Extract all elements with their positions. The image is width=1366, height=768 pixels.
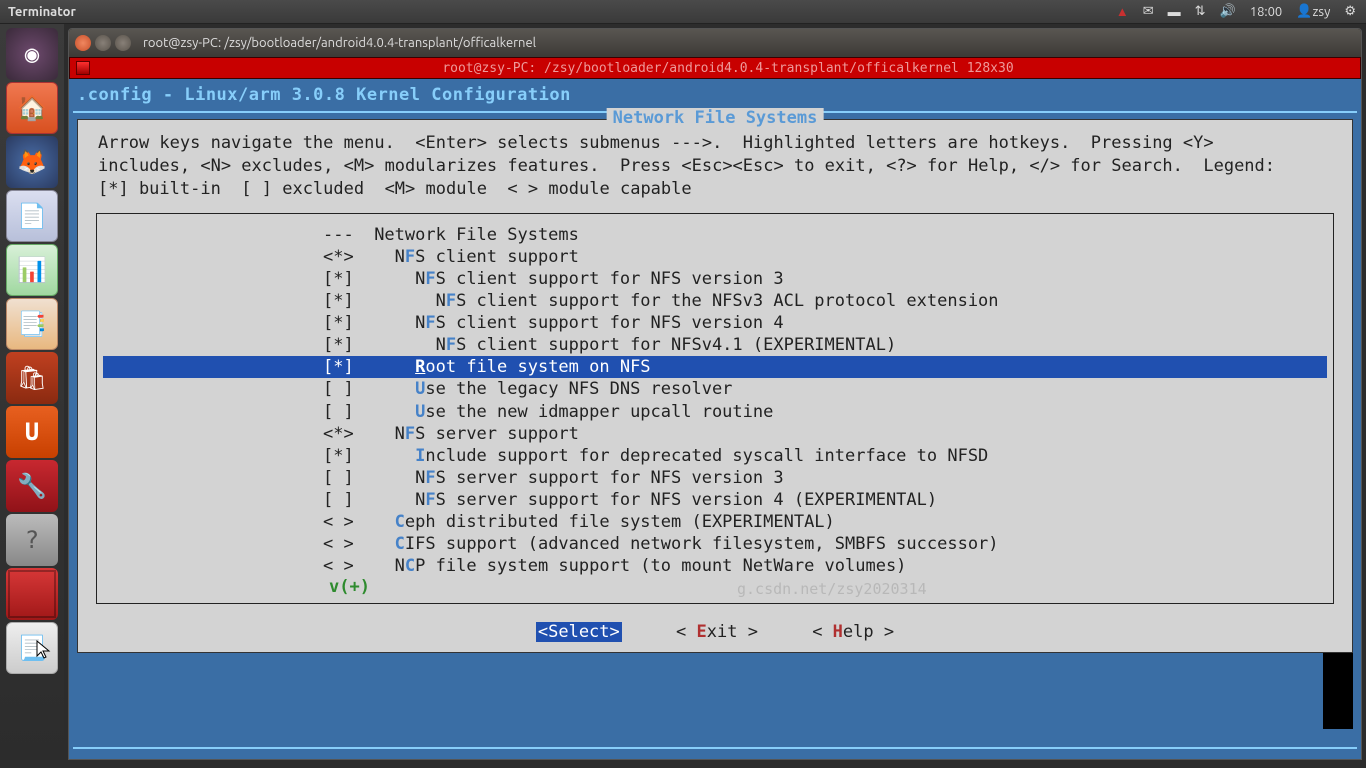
option-row[interactable]: [*] Root file system on NFS [103,356,1327,378]
option-row[interactable]: [*] Include support for deprecated sysca… [103,445,1327,467]
help-button[interactable]: < Help > [812,622,894,642]
option-row[interactable]: < > Ceph distributed file system (EXPERI… [103,511,1327,533]
watermark-text: g.csdn.net/zsy2020314 [737,580,927,598]
select-button[interactable]: <Select> [536,622,622,642]
window-title: root@zsy-PC: /zsy/bootloader/android4.0.… [143,36,536,50]
help-icon[interactable]: ? [6,514,58,566]
exit-button[interactable]: < Exit > [676,622,758,642]
option-row[interactable]: [*] NFS client support for NFSv4.1 (EXPE… [103,334,1327,356]
menu-buttons: <Select> < Exit > < Help > [78,608,1352,646]
ubuntu-one-icon[interactable]: U [6,406,58,458]
option-row[interactable]: < > CIFS support (advanced network files… [103,533,1327,555]
titlebar[interactable]: root@zsy-PC: /zsy/bootloader/android4.0.… [69,29,1361,57]
calc-icon[interactable]: 📊 [6,244,58,296]
option-row[interactable]: --- Network File Systems [103,224,1327,246]
option-row[interactable]: [*] NFS client support for NFS version 4 [103,312,1327,334]
impress-icon[interactable]: 📑 [6,298,58,350]
terminator-icon[interactable] [6,568,58,620]
menuconfig-box: Network File Systems Arrow keys navigate… [77,119,1353,653]
option-list[interactable]: g.csdn.net/zsy2020314 --- Network File S… [96,213,1334,605]
user-menu[interactable]: 👤 zsy [1296,4,1330,19]
terminal-body[interactable]: .config - Linux/arm 3.0.8 Kernel Configu… [69,79,1361,759]
option-row[interactable]: <*> NFS server support [103,423,1327,445]
mail-icon[interactable]: ✉ [1143,4,1154,19]
more-indicator: v(+) [103,577,1327,597]
maximize-icon[interactable] [115,35,131,51]
tab-title: root@zsy-PC: /zsy/bootloader/android4.0.… [96,61,1360,76]
option-row[interactable]: [ ] NFS server support for NFS version 4… [103,489,1327,511]
help-text: Arrow keys navigate the menu. <Enter> se… [78,120,1352,205]
battery-icon[interactable]: ▬ [1168,4,1181,19]
writer-icon[interactable]: 📄 [6,190,58,242]
option-row[interactable]: [*] NFS client support for the NFSv3 ACL… [103,290,1327,312]
volume-icon[interactable]: 🔊 [1220,4,1236,19]
power-icon[interactable]: ⚙ [1344,4,1356,19]
terminal-window: root@zsy-PC: /zsy/bootloader/android4.0.… [68,28,1362,760]
option-row[interactable]: [ ] Use the legacy NFS DNS resolver [103,378,1327,400]
close-icon[interactable] [75,35,91,51]
option-row[interactable]: <*> NFS client support [103,246,1327,268]
option-row[interactable]: [ ] Use the new idmapper upcall routine [103,401,1327,423]
warning-icon[interactable]: ▲ [1116,4,1129,19]
system-tray: ▲ ✉ ▬ ⇅ 🔊 18:00 👤 zsy ⚙ [1116,4,1366,19]
document-icon[interactable]: 📃 [6,622,58,674]
minimize-icon[interactable] [95,35,111,51]
firefox-icon[interactable]: 🦊 [6,136,58,188]
option-row[interactable]: [*] NFS client support for NFS version 3 [103,268,1327,290]
bottom-rule [73,747,1357,749]
clock[interactable]: 18:00 [1250,5,1283,19]
split-icon[interactable] [76,61,90,75]
menubox-title: Network File Systems [607,108,824,128]
network-icon[interactable]: ⇅ [1195,4,1206,19]
settings-icon[interactable]: 🔧 [6,460,58,512]
launcher-bar: ◉ 🏠 🦊 📄 📊 📑 🛍 U 🔧 ? 📃 [0,24,64,768]
software-center-icon[interactable]: 🛍 [6,352,58,404]
top-panel: Terminator ▲ ✉ ▬ ⇅ 🔊 18:00 👤 zsy ⚙ [0,0,1366,24]
dash-icon[interactable]: ◉ [6,28,58,80]
terminator-tabbar[interactable]: root@zsy-PC: /zsy/bootloader/android4.0.… [69,57,1361,79]
panel-app-title: Terminator [0,5,76,19]
option-row[interactable]: < > NCP file system support (to mount Ne… [103,555,1327,577]
option-row[interactable]: [ ] NFS server support for NFS version 3 [103,467,1327,489]
nautilus-icon[interactable]: 🏠 [6,82,58,134]
